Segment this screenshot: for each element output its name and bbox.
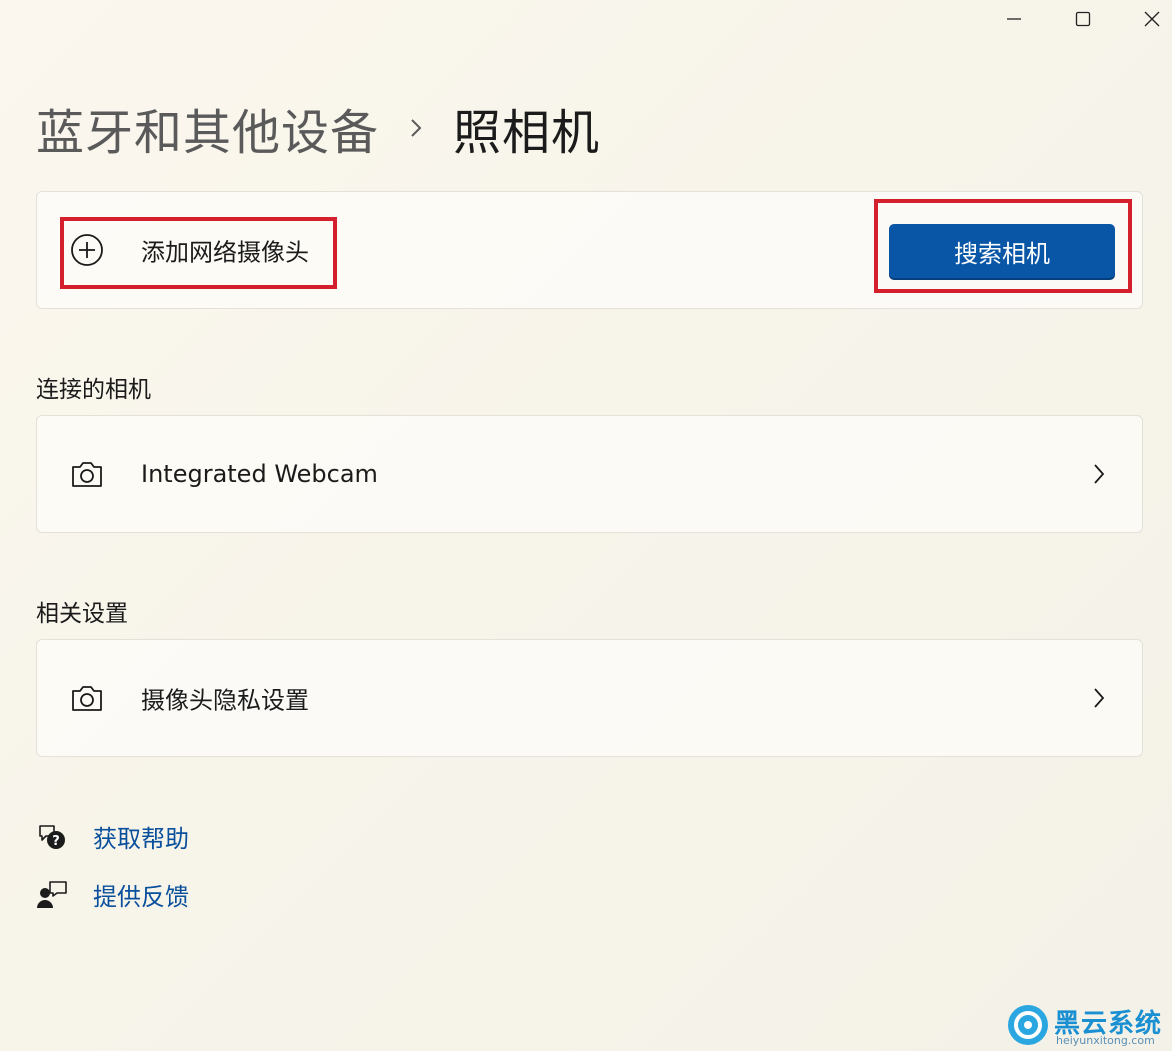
chevron-right-icon [409, 117, 423, 139]
feedback-link[interactable]: 提供反馈 [93, 877, 189, 912]
page-title: 照相机 [453, 105, 601, 161]
section-title-connected: 连接的相机 [36, 377, 151, 403]
list-item-camera-privacy[interactable]: 摄像头隐私设置 [36, 639, 1143, 757]
feedback-link-row[interactable]: 提供反馈 [36, 876, 189, 912]
webcam-label: Integrated Webcam [141, 460, 378, 488]
maximize-icon [1075, 11, 1091, 27]
watermark: 黑云系统 heiyunxitong.com [1008, 1003, 1168, 1049]
list-item-integrated-webcam[interactable]: Integrated Webcam [36, 415, 1143, 533]
minimize-button[interactable] [997, 4, 1031, 34]
watermark-url: heiyunxitong.com [1056, 1034, 1155, 1047]
maximize-button[interactable] [1066, 4, 1100, 34]
watermark-logo-icon [1008, 1005, 1048, 1045]
breadcrumb: 蓝牙和其他设备 照相机 [36, 93, 600, 163]
camera-icon [69, 680, 105, 716]
camera-privacy-label: 摄像头隐私设置 [141, 686, 309, 715]
svg-text:?: ? [52, 834, 60, 849]
camera-icon [69, 456, 105, 492]
chevron-right-icon [1090, 461, 1108, 487]
minimize-icon [1007, 18, 1021, 20]
add-camera-card: 添加网络摄像头 搜索相机 [36, 191, 1143, 309]
get-help-link-row[interactable]: ? 获取帮助 [36, 818, 189, 854]
section-title-related: 相关设置 [36, 601, 128, 627]
close-button[interactable] [1135, 4, 1169, 34]
help-chat-icon: ? [36, 820, 68, 852]
search-camera-button[interactable]: 搜索相机 [889, 224, 1115, 278]
close-icon [1144, 11, 1160, 27]
chevron-right-icon [1090, 685, 1108, 711]
add-circle-icon[interactable] [69, 232, 105, 268]
add-webcam-label[interactable]: 添加网络摄像头 [141, 233, 309, 268]
get-help-link[interactable]: 获取帮助 [93, 819, 189, 854]
breadcrumb-parent-link[interactable]: 蓝牙和其他设备 [36, 93, 379, 163]
feedback-icon [36, 878, 68, 910]
